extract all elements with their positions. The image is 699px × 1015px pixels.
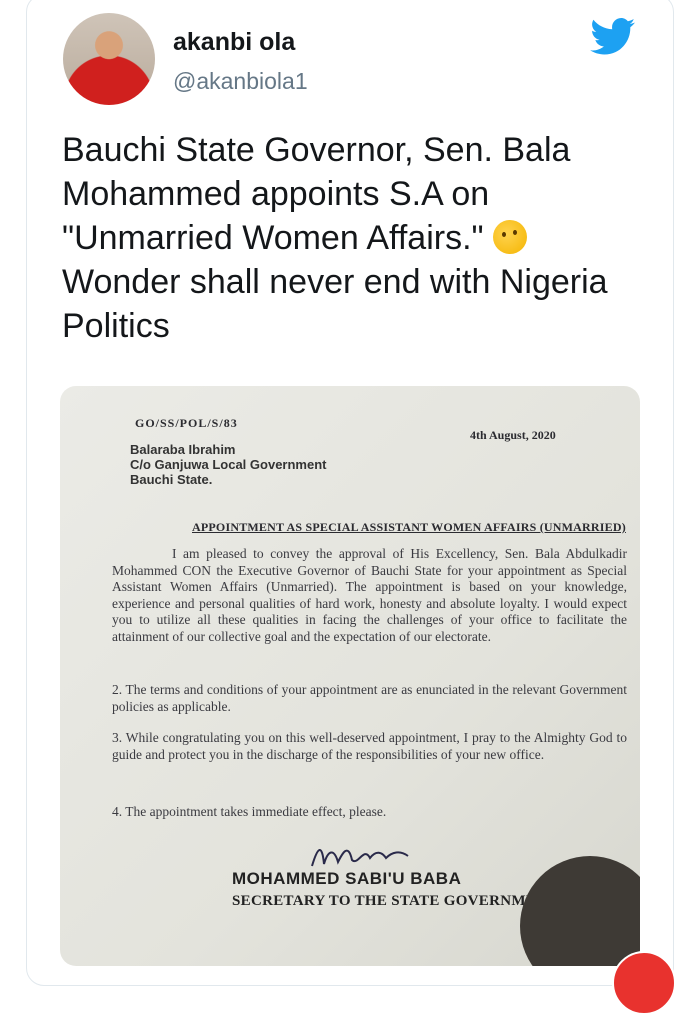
tweet-text-end: Wonder shall never end with Nigeria Poli… bbox=[62, 263, 608, 345]
letter-addressee: Balaraba Ibrahim C/o Ganjuwa Local Gover… bbox=[130, 442, 326, 487]
thinking-face-icon bbox=[493, 220, 528, 254]
letter-subject: APPOINTMENT AS SPECIAL ASSISTANT WOMEN A… bbox=[192, 520, 626, 534]
photo-shadow bbox=[520, 856, 640, 966]
letter-paragraph-1: I am pleased to convey the approval of H… bbox=[112, 546, 627, 644]
addressee-line: Balaraba Ibrahim bbox=[130, 442, 236, 457]
attached-letter-photo[interactable]: GO/SS/POL/S/83 4th August, 2020 Balaraba… bbox=[60, 386, 640, 966]
notification-badge[interactable] bbox=[612, 951, 676, 1015]
letter-date: 4th August, 2020 bbox=[470, 428, 556, 442]
signatory-title: SECRETARY TO THE STATE GOVERNMENT bbox=[232, 893, 558, 909]
letter-ref: GO/SS/POL/S/83 bbox=[135, 416, 238, 430]
user-handle[interactable]: @akanbiola1 bbox=[173, 68, 308, 95]
tweet-text: Bauchi State Governor, Sen. Bala Mohamme… bbox=[62, 128, 642, 348]
user-name[interactable]: akanbi ola bbox=[173, 28, 295, 57]
signatory-name: MOHAMMED SABI'U BABA bbox=[232, 869, 462, 888]
twitter-bird-icon[interactable] bbox=[590, 18, 636, 56]
avatar[interactable] bbox=[63, 13, 155, 105]
addressee-line: C/o Ganjuwa Local Government bbox=[130, 457, 327, 472]
letter-paragraph-2: 2. The terms and conditions of your appo… bbox=[112, 682, 627, 714]
letter-paragraph-3: 3. While congratulating you on this well… bbox=[112, 730, 627, 762]
letter-paragraph-4: 4. The appointment takes immediate effec… bbox=[112, 804, 387, 819]
addressee-line: Bauchi State. bbox=[130, 472, 213, 487]
